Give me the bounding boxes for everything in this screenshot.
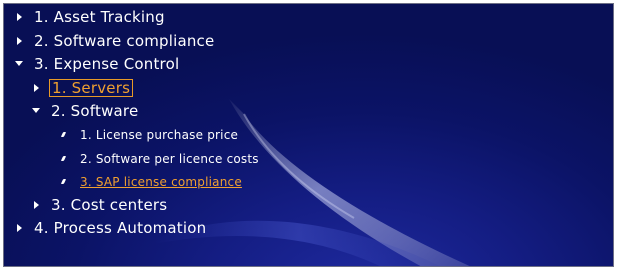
- tree-item-label: 1. License purchase price: [80, 128, 239, 142]
- expanded-arrow-icon[interactable]: [14, 58, 26, 70]
- expanded-arrow-icon[interactable]: [31, 105, 43, 117]
- tree-item-cost-centers[interactable]: 3. Cost centers: [31, 194, 167, 216]
- tree-item-label: 2. Software: [51, 102, 139, 120]
- tree-item-expense-control[interactable]: 3. Expense Control: [14, 53, 179, 75]
- tree-item-software-compliance[interactable]: 2. Software compliance: [14, 30, 214, 52]
- collapsed-arrow-icon[interactable]: [14, 35, 26, 47]
- leaf-bullet-icon: [58, 176, 70, 188]
- tree-item-label: 2. Software per licence costs: [80, 152, 259, 166]
- tree-item-label: 2. Software compliance: [34, 32, 215, 50]
- navigation-tree: 1. Asset Tracking 2. Software compliance…: [4, 4, 613, 266]
- leaf-bullet-icon: [58, 129, 70, 141]
- tree-item-label-selected: 1. Servers: [49, 79, 134, 97]
- tree-item-asset-tracking[interactable]: 1. Asset Tracking: [14, 6, 165, 28]
- tree-panel: 1. Asset Tracking 2. Software compliance…: [3, 3, 614, 267]
- tree-item-software-per-licence-costs[interactable]: 2. Software per licence costs: [58, 149, 259, 169]
- tree-item-label: 4. Process Automation: [34, 219, 207, 237]
- tree-item-sap-license-compliance[interactable]: 3. SAP license compliance: [58, 172, 242, 192]
- tree-item-label: 3. Cost centers: [51, 196, 168, 214]
- tree-item-label: 3. Expense Control: [34, 55, 180, 73]
- tree-item-process-automation[interactable]: 4. Process Automation: [14, 217, 206, 239]
- tree-item-link-active[interactable]: 3. SAP license compliance: [80, 173, 242, 191]
- collapsed-arrow-icon[interactable]: [31, 199, 43, 211]
- collapsed-arrow-icon[interactable]: [14, 222, 26, 234]
- collapsed-arrow-icon[interactable]: [31, 82, 43, 94]
- tree-item-label: 1. Asset Tracking: [34, 8, 165, 26]
- tree-item-servers[interactable]: 1. Servers: [31, 77, 134, 99]
- tree-item-software[interactable]: 2. Software: [31, 100, 138, 122]
- leaf-bullet-icon: [58, 153, 70, 165]
- tree-item-license-purchase-price[interactable]: 1. License purchase price: [58, 125, 238, 145]
- collapsed-arrow-icon[interactable]: [14, 11, 26, 23]
